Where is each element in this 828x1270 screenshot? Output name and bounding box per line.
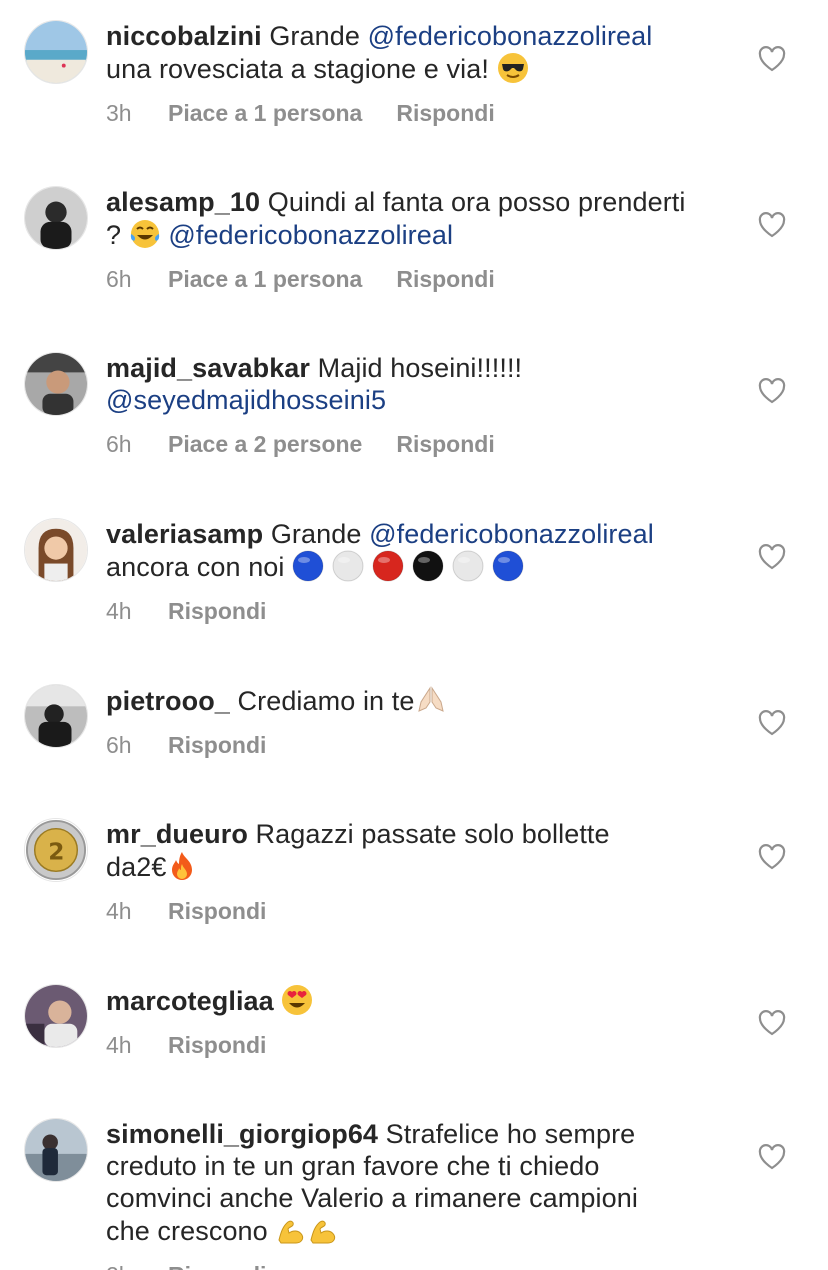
comment-text: Quindi al fanta ora posso prenderti bbox=[260, 187, 686, 217]
comment-username[interactable]: valeriasamp bbox=[106, 519, 263, 549]
comment-timestamp: 4h bbox=[106, 898, 132, 924]
comment-text: ancora con noi bbox=[106, 552, 293, 582]
reply-button[interactable]: Rispondi bbox=[396, 265, 494, 293]
avatar[interactable] bbox=[24, 984, 88, 1048]
comment-timestamp: 4h bbox=[106, 1032, 132, 1058]
comment-username[interactable]: niccobalzini bbox=[106, 21, 262, 51]
tears-of-joy-emoji-icon bbox=[129, 218, 161, 250]
comment-timestamp: 4h bbox=[106, 598, 132, 624]
sunglasses-emoji-icon bbox=[497, 52, 529, 84]
avatar[interactable] bbox=[24, 352, 88, 416]
comment-timestamp: 3h bbox=[106, 100, 132, 126]
like-heart-icon[interactable] bbox=[758, 844, 786, 870]
comment-timestamp: 6h bbox=[106, 732, 132, 758]
circle-emoji-icon bbox=[492, 550, 524, 582]
comment-timestamp: 6h bbox=[106, 266, 132, 292]
reply-button[interactable]: Rispondi bbox=[396, 430, 494, 458]
mention-link[interactable]: @federicobonazzolireal bbox=[168, 220, 453, 250]
reply-button[interactable]: Rispondi bbox=[168, 897, 266, 925]
comment-text: Grande bbox=[261, 21, 368, 51]
avatar[interactable] bbox=[24, 1118, 88, 1182]
mention-link[interactable]: @federicobonazzolireal bbox=[368, 21, 653, 51]
avatar[interactable] bbox=[24, 20, 88, 84]
comment-text: una rovesciata a stagione e via! bbox=[106, 54, 497, 84]
circle-emoji-icon bbox=[292, 550, 324, 582]
circle-emoji-icon bbox=[372, 550, 404, 582]
comment-likes-link[interactable]: Piace a 1 persona bbox=[168, 265, 362, 293]
comment-timestamp: 2h bbox=[106, 1261, 168, 1270]
like-heart-icon[interactable] bbox=[758, 212, 786, 238]
circle-emoji-icon bbox=[332, 550, 364, 582]
comment-text: da2€ bbox=[106, 852, 167, 882]
comment-username[interactable]: alesamp_10 bbox=[106, 187, 260, 217]
like-heart-icon[interactable] bbox=[758, 544, 786, 570]
mention-link[interactable]: @federicobonazzolireal bbox=[369, 519, 654, 549]
like-heart-icon[interactable] bbox=[758, 1144, 786, 1170]
folded-hands-emoji-icon bbox=[415, 684, 447, 716]
comment-text: Majid hoseini!!!!!! bbox=[310, 353, 523, 383]
mention-link[interactable]: @seyedmajidhosseini5 bbox=[106, 385, 386, 415]
comment-username[interactable]: pietrooo_ bbox=[106, 686, 230, 716]
circle-emoji-icon bbox=[412, 550, 444, 582]
like-heart-icon[interactable] bbox=[758, 378, 786, 404]
comment-username[interactable]: majid_savabkar bbox=[106, 353, 310, 383]
comment-likes-link[interactable]: Piace a 2 persone bbox=[168, 430, 362, 458]
like-heart-icon[interactable] bbox=[758, 1010, 786, 1036]
comment-text: che crescono bbox=[106, 1216, 276, 1246]
comment-text: Ragazzi passate solo bollette bbox=[247, 819, 610, 849]
heart-eyes-emoji-icon bbox=[281, 984, 313, 1016]
reply-button[interactable]: Rispondi bbox=[168, 731, 266, 759]
colored-circles-emoji-row bbox=[292, 550, 532, 582]
avatar[interactable] bbox=[24, 684, 88, 748]
avatar[interactable] bbox=[24, 518, 88, 582]
comment-text: creduto in te un gran favore che ti chie… bbox=[106, 1151, 600, 1181]
comment-username[interactable]: marcotegliaa bbox=[106, 986, 274, 1016]
comment-username[interactable]: simonelli_giorgiop64 bbox=[106, 1119, 378, 1149]
circle-emoji-icon bbox=[452, 550, 484, 582]
like-heart-icon[interactable] bbox=[758, 46, 786, 72]
comment-text bbox=[274, 986, 282, 1016]
comment-text: comvinci anche Valerio a rimanere campio… bbox=[106, 1183, 638, 1213]
reply-button[interactable]: Rispondi bbox=[168, 1031, 266, 1059]
comment-text: Crediamo in te bbox=[229, 686, 415, 716]
comment-text: Strafelice ho sempre bbox=[378, 1119, 636, 1149]
avatar[interactable] bbox=[24, 186, 88, 250]
avatar[interactable]: 2 bbox=[24, 818, 88, 882]
comment-text: Grande bbox=[263, 519, 370, 549]
comment-timestamp: 6h bbox=[106, 431, 132, 457]
svg-text:2: 2 bbox=[48, 839, 64, 866]
reply-button[interactable]: Rispondi bbox=[168, 1261, 266, 1270]
like-heart-icon[interactable] bbox=[758, 710, 786, 736]
flexed-biceps-emoji-icon bbox=[275, 1214, 307, 1246]
comment-text: ? bbox=[106, 220, 129, 250]
comment-likes-link[interactable]: Piace a 1 persona bbox=[168, 99, 362, 127]
comment-username[interactable]: mr_dueuro bbox=[106, 819, 248, 849]
fire-emoji-icon bbox=[166, 850, 198, 882]
reply-button[interactable]: Rispondi bbox=[168, 597, 266, 625]
reply-button[interactable]: Rispondi bbox=[396, 99, 494, 127]
flexed-biceps-emoji-icon bbox=[307, 1214, 339, 1246]
